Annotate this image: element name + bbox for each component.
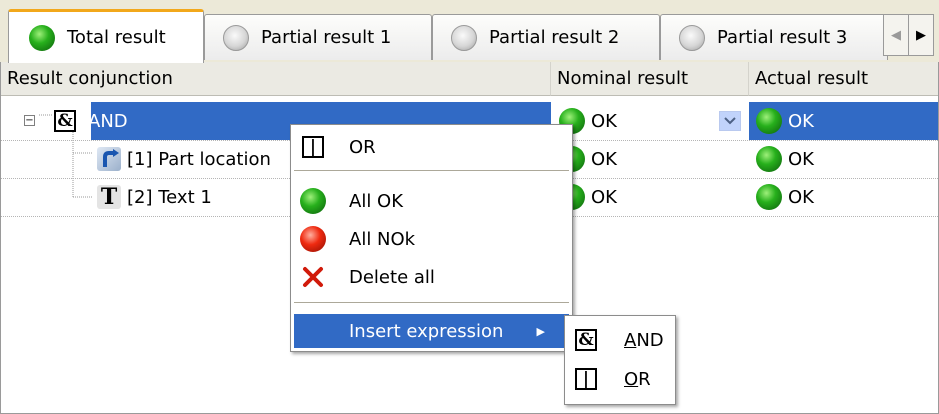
header-label: Actual result — [755, 68, 869, 89]
tab-label: Partial result 2 — [489, 27, 620, 48]
mnemonic-letter: O — [624, 368, 639, 390]
menu-item-label: Delete all — [349, 266, 435, 288]
menu-item-delete-all[interactable]: Delete all — [294, 259, 569, 295]
red-status-icon — [300, 226, 326, 252]
triangle-right-icon: ▶ — [916, 27, 926, 43]
tab-label: Total result — [67, 27, 166, 48]
status-green-icon — [756, 146, 782, 172]
green-status-icon — [300, 188, 326, 214]
collapse-toggle[interactable]: − — [24, 115, 35, 126]
status-grey-icon — [679, 24, 705, 51]
status-green-icon — [756, 184, 782, 210]
column-header-actual[interactable]: Actual result — [749, 62, 938, 96]
menu-item-label: All OK — [349, 190, 404, 212]
label-rest: R — [638, 368, 651, 390]
tab-label: Partial result 1 — [261, 27, 392, 48]
column-header-conjunction[interactable]: Result conjunction — [1, 62, 551, 96]
and-glyph: & — [575, 329, 597, 351]
tab-label: Partial result 3 — [717, 27, 848, 48]
row-label: AND — [88, 110, 128, 132]
conjunction-cell: T [2] Text 1 — [97, 178, 212, 216]
context-menu: | OR All OK All NOk Delete all Insert ex… — [290, 124, 573, 352]
menu-item-label: OR — [349, 136, 376, 158]
header-label: Result conjunction — [7, 68, 173, 89]
conjunction-cell: [1] Part location — [97, 140, 271, 178]
tab-partial-result-1[interactable]: Partial result 1 — [204, 14, 432, 60]
status-grey-icon — [451, 24, 477, 51]
menu-item-all-nok[interactable]: All NOk — [294, 221, 569, 257]
tab-strip: Total result Partial result 1 Partial re… — [0, 0, 939, 63]
triangle-left-icon: ◀ — [891, 27, 901, 43]
actual-value: OK — [788, 186, 814, 208]
menu-item-or[interactable]: | OR — [294, 129, 569, 165]
or-glyph: | — [575, 368, 597, 390]
chevron-down-icon — [724, 117, 736, 125]
status-green-icon — [756, 108, 782, 134]
column-header-nominal[interactable]: Nominal result — [551, 62, 749, 96]
tab-partial-result-3[interactable]: Partial result 3 — [660, 14, 888, 60]
actual-cell: OK — [756, 178, 814, 216]
actual-cell: OK — [756, 140, 814, 178]
and-icon: & — [574, 328, 598, 352]
nominal-dropdown-button[interactable] — [719, 111, 741, 131]
submenu-item-and[interactable]: & AND — [568, 322, 672, 358]
tab-partial-result-2[interactable]: Partial result 2 — [432, 14, 660, 60]
tab-scroll-right-button[interactable]: ▶ — [908, 14, 934, 56]
menu-item-label: Insert expression — [349, 320, 504, 342]
actual-value: OK — [788, 148, 814, 170]
submenu-item-or[interactable]: | OR — [568, 361, 672, 397]
nominal-value: OK — [591, 148, 617, 170]
row-label: [2] Text 1 — [127, 186, 212, 208]
header-label: Nominal result — [557, 68, 689, 89]
and-icon: & — [54, 110, 76, 132]
or-icon: | — [301, 135, 325, 159]
text-icon: T — [97, 184, 121, 210]
menu-separator — [294, 170, 569, 172]
part-location-icon — [97, 147, 121, 171]
delete-x-icon — [301, 265, 325, 289]
insert-expression-submenu: & AND | OR — [564, 315, 676, 405]
actual-value: OK — [788, 110, 814, 132]
menu-item-all-ok[interactable]: All OK — [294, 183, 569, 219]
menu-separator — [294, 302, 569, 304]
tab-scroll-buttons: ◀ ▶ — [883, 14, 939, 58]
label-rest: ND — [636, 329, 664, 351]
nominal-value: OK — [591, 186, 617, 208]
status-grey-icon — [223, 24, 249, 51]
nominal-value: OK — [591, 110, 617, 132]
or-icon: | — [574, 367, 598, 391]
status-green-icon — [29, 24, 55, 51]
menu-item-label: All NOk — [349, 228, 416, 250]
row-label: [1] Part location — [127, 148, 271, 170]
menu-item-label: AND — [624, 330, 664, 351]
or-glyph: | — [302, 136, 324, 158]
actual-cell: OK — [756, 102, 814, 140]
tab-scroll-left-button[interactable]: ◀ — [883, 14, 909, 56]
menu-item-insert-expression[interactable]: Insert expression ▶ — [294, 314, 569, 348]
submenu-arrow-icon: ▶ — [536, 324, 545, 338]
conjunction-cell: & AND — [54, 102, 128, 140]
tab-total-result[interactable]: Total result — [8, 9, 204, 63]
menu-item-label: OR — [624, 369, 651, 390]
mnemonic-letter: A — [624, 329, 637, 351]
